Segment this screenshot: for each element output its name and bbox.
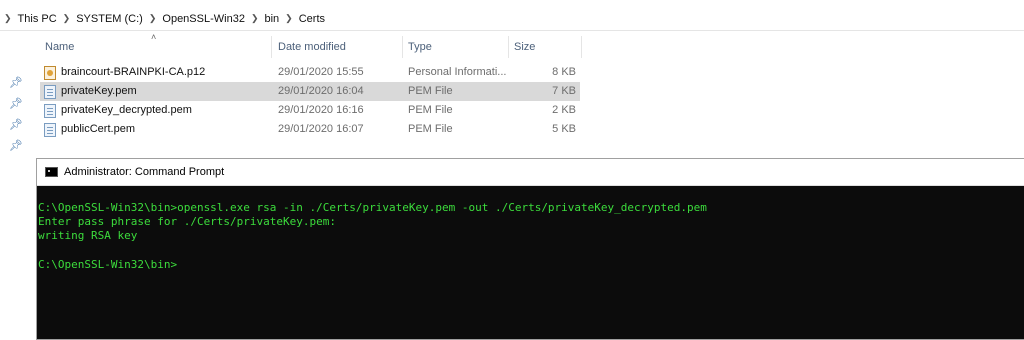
file-row[interactable]: braincourt-BRAINPKI-CA.p12 29/01/2020 15… [40,63,580,82]
file-size: 7 KB [552,85,576,97]
file-size: 8 KB [552,66,576,78]
chevron-right-icon[interactable]: ❯ [149,13,157,24]
file-size: 2 KB [552,104,576,116]
file-type: PEM File [408,104,453,116]
file-list: braincourt-BRAINPKI-CA.p12 29/01/2020 15… [40,63,580,139]
pin-icon[interactable]: 📌︎ [9,76,23,90]
file-name-cell: privateKey_decrypted.pem [44,101,272,120]
column-header-date[interactable]: Date modified [273,36,403,58]
file-row[interactable]: publicCert.pem 29/01/2020 16:07 PEM File… [40,120,580,139]
file-type: PEM File [408,85,453,97]
console-line: writing RSA key [38,229,138,243]
column-header-name[interactable]: Name [40,36,272,58]
chevron-right-icon[interactable]: ❯ [4,13,12,24]
console-icon [45,167,58,177]
command-prompt-window[interactable]: Administrator: Command Prompt C:\OpenSSL… [36,158,1024,340]
pem-file-icon [44,84,56,99]
console-line: C:\OpenSSL-Win32\bin>openssl.exe rsa -in… [38,201,707,214]
file-name: publicCert.pem [61,123,135,135]
certificate-file-icon [44,65,56,80]
file-row[interactable]: privateKey.pem 29/01/2020 16:04 PEM File… [40,82,580,101]
file-type: PEM File [408,123,453,135]
file-row[interactable]: privateKey_decrypted.pem 29/01/2020 16:1… [40,101,580,120]
pem-file-icon [44,103,56,118]
breadcrumb-item[interactable]: This PC [18,13,57,25]
file-size: 5 KB [552,123,576,135]
chevron-right-icon[interactable]: ❯ [251,13,259,24]
file-name-cell: braincourt-BRAINPKI-CA.p12 [44,63,272,82]
console-line: Enter pass phrase for ./Certs/privateKey… [38,215,337,229]
breadcrumb-item[interactable]: OpenSSL-Win32 [162,13,245,25]
window-title: Administrator: Command Prompt [64,166,225,178]
column-header-size[interactable]: Size [509,36,582,58]
pin-icon[interactable]: 📌︎ [9,118,23,132]
pin-icon[interactable]: 📌︎ [9,139,23,153]
file-date: 29/01/2020 16:07 [278,123,364,135]
file-name: privateKey.pem [61,85,137,97]
pem-file-icon [44,122,56,137]
pin-icon[interactable]: 📌︎ [9,97,23,111]
console-output[interactable]: C:\OpenSSL-Win32\bin>openssl.exe rsa -in… [37,186,1024,339]
file-date: 29/01/2020 16:16 [278,104,364,116]
breadcrumb-item[interactable]: SYSTEM (C:) [76,13,143,25]
file-name: braincourt-BRAINPKI-CA.p12 [61,66,206,78]
quick-access-pins: 📌︎ 📌︎ 📌︎ 📌︎ [9,76,25,160]
chevron-right-icon[interactable]: ❯ [285,13,293,24]
file-date: 29/01/2020 15:55 [278,66,364,78]
command-prompt-titlebar[interactable]: Administrator: Command Prompt [37,159,1024,186]
console-prompt-line: C:\OpenSSL-Win32\bin> [38,257,178,271]
column-header-type[interactable]: Type [403,36,509,58]
file-name: privateKey_decrypted.pem [61,104,192,116]
chevron-right-icon[interactable]: ❯ [63,13,71,24]
file-date: 29/01/2020 16:04 [278,85,364,97]
breadcrumb-item[interactable]: bin [264,13,279,25]
file-type: Personal Informati... [408,66,507,78]
file-name-cell: privateKey.pem [44,82,272,101]
address-bar[interactable]: ❯ This PC ❯ SYSTEM (C:) ❯ OpenSSL-Win32 … [0,7,1024,31]
file-name-cell: publicCert.pem [44,120,272,139]
breadcrumb-item[interactable]: Certs [299,13,325,25]
column-headers: ˄ Name Date modified Type Size [0,32,590,58]
